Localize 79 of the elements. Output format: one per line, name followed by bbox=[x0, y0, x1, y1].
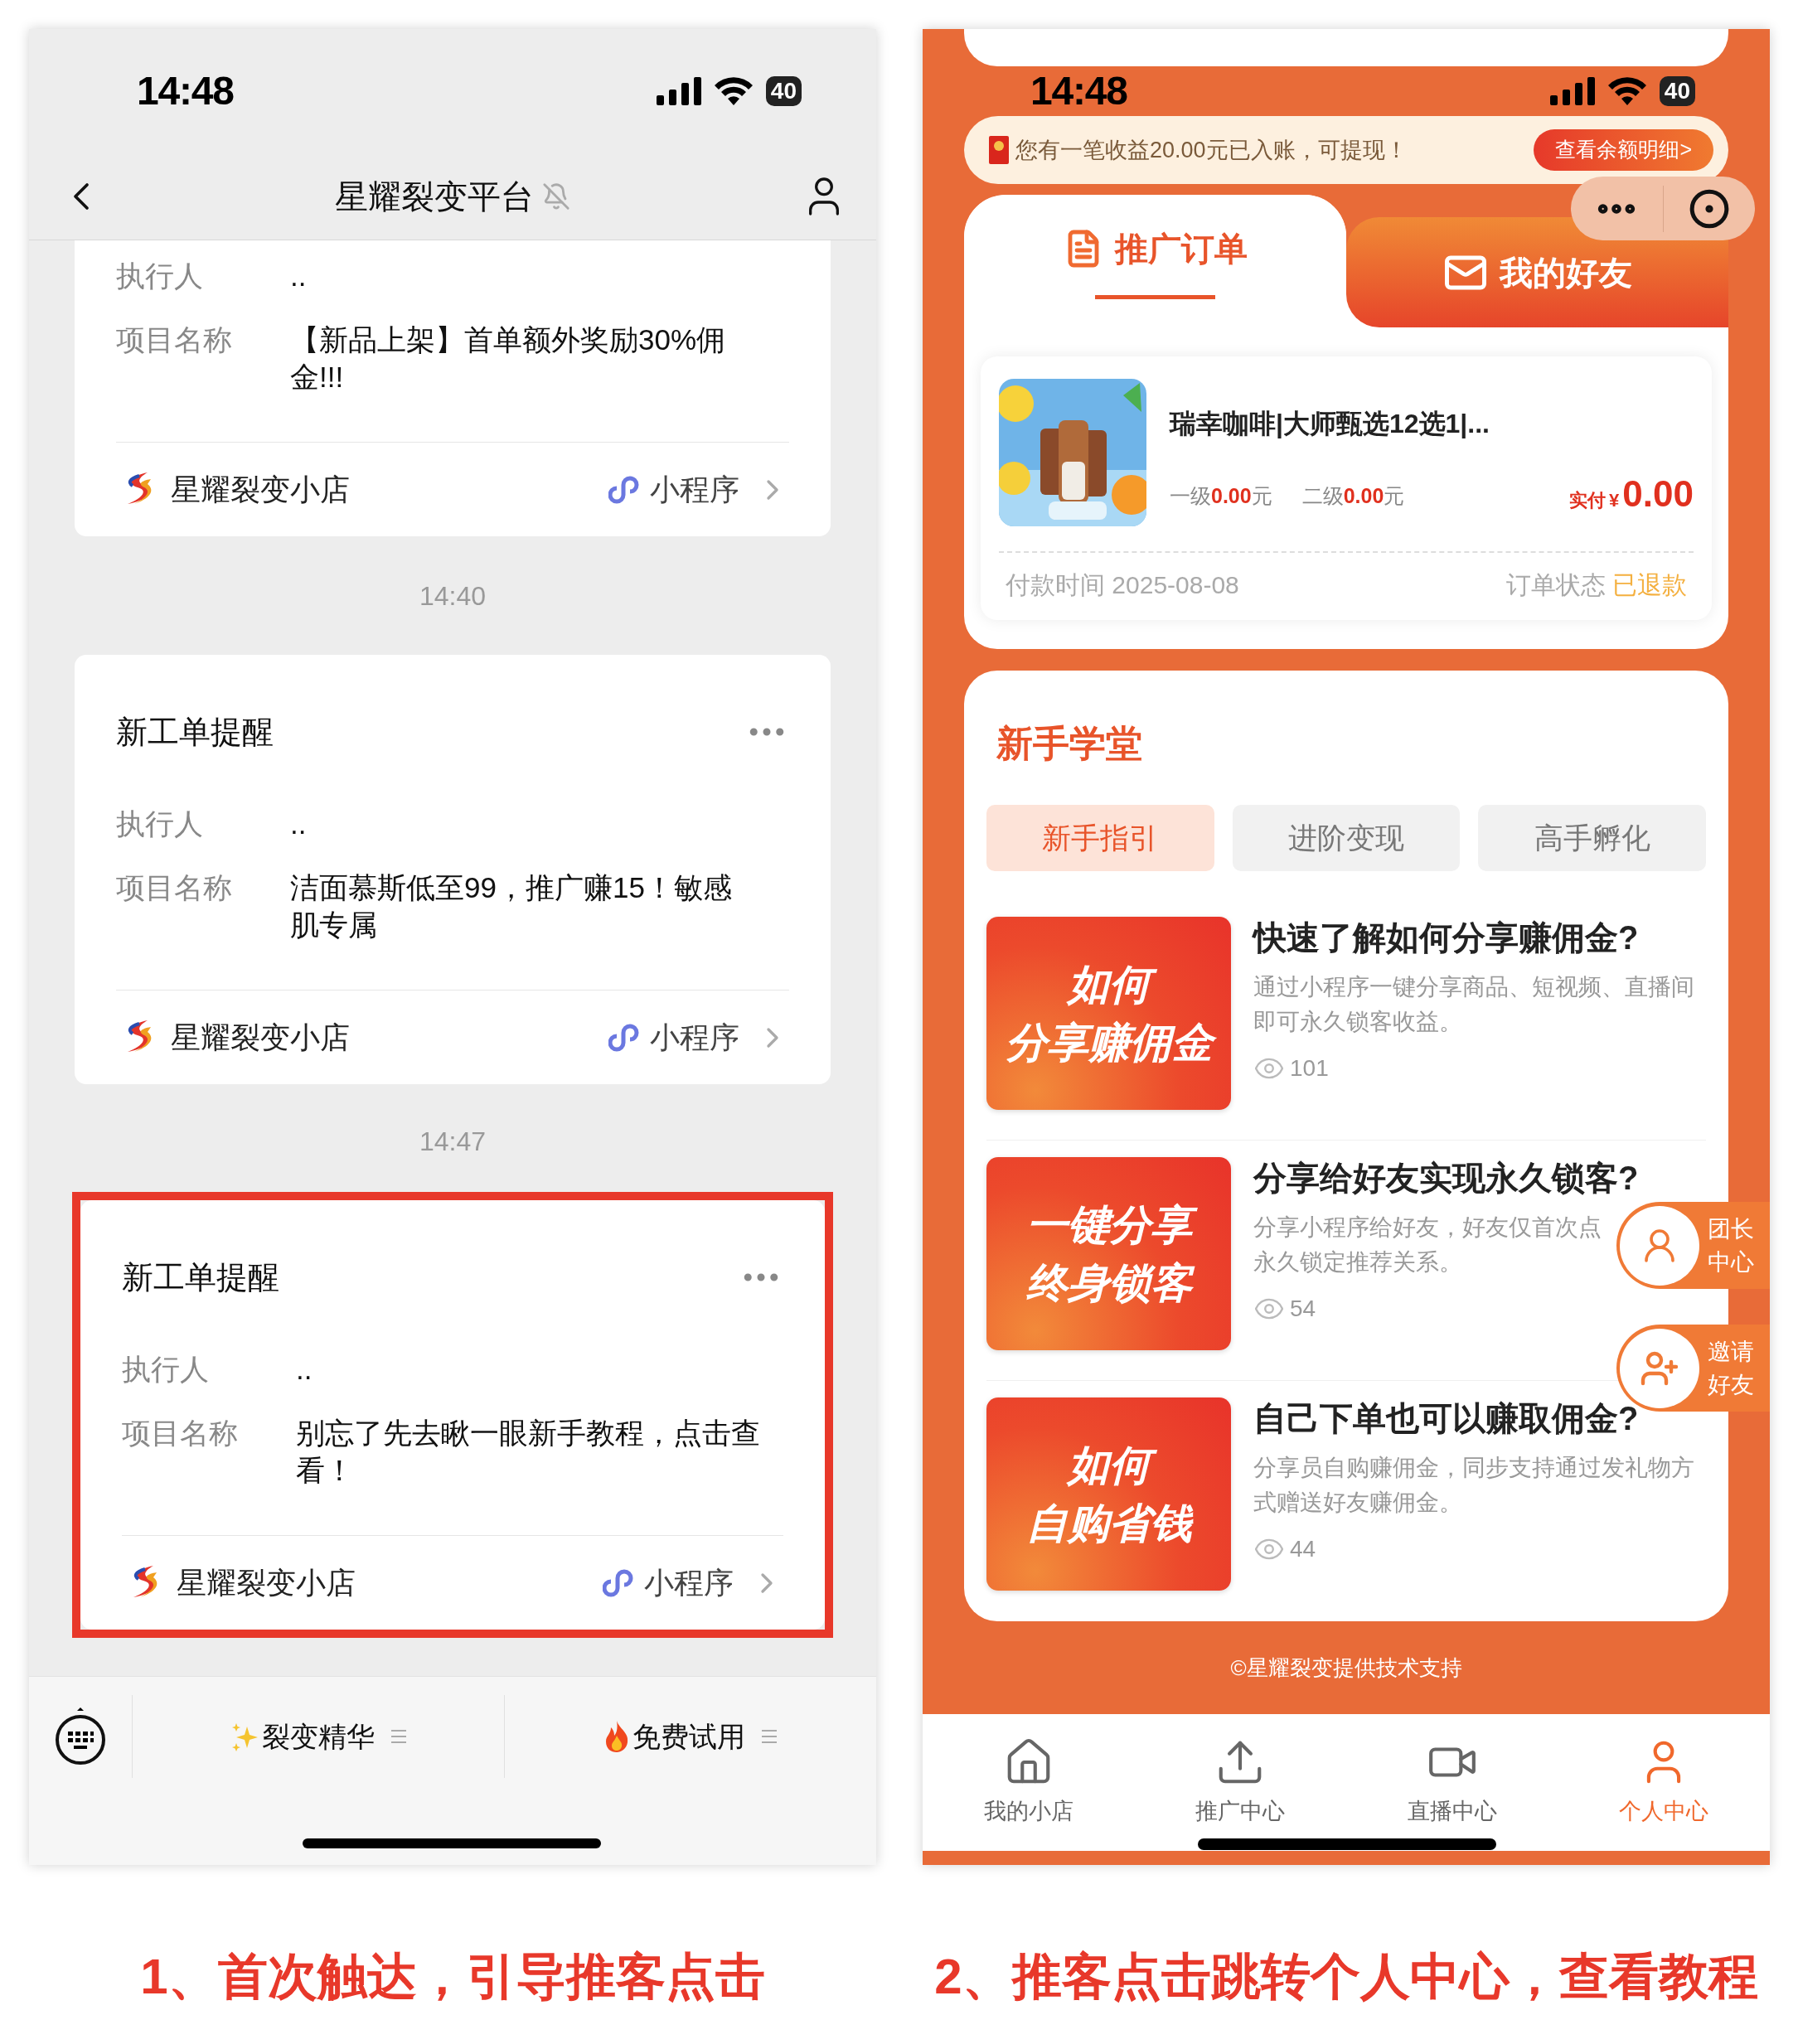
message-time: 14:40 bbox=[419, 579, 487, 613]
balance-detail-button[interactable]: 查看余额明细> bbox=[1534, 129, 1713, 171]
view-count: 54 bbox=[1290, 1295, 1316, 1323]
caption: 2、推客点击跳转个人中心，查看教程 bbox=[934, 1948, 1758, 2006]
article-cover[interactable]: 如何 分享赚佣金 bbox=[986, 917, 1231, 1110]
order-tab[interactable]: 我的好友 bbox=[1346, 217, 1728, 327]
flame-icon bbox=[604, 1721, 629, 1752]
cover-text: 如何 自购省钱 bbox=[1025, 1441, 1195, 1548]
menu-lines-icon bbox=[391, 1730, 406, 1743]
field-label: 项目名称 bbox=[122, 1416, 239, 1451]
paid-amount: 实付 ¥0.00 bbox=[1569, 472, 1694, 516]
caption: 1、首次触达，引导推客点击 bbox=[140, 1948, 765, 2006]
order-card[interactable]: 瑞幸咖啡|大师甄选12选1|... 一级0.00元 二级0.00元 实付 ¥0.00 付款时间 2025-08-08 订单状态 已退款 bbox=[981, 356, 1712, 620]
nav-item[interactable]: 我的小店 bbox=[923, 1714, 1135, 1851]
mini-program-label[interactable]: 小程序 bbox=[650, 467, 739, 512]
signal-icon bbox=[656, 77, 701, 105]
battery-indicator: 40 bbox=[765, 76, 802, 106]
status-time: 14:48 bbox=[1030, 68, 1127, 114]
field-value: 洁面慕斯低至99，推广赚15！敏感肌专属 bbox=[290, 870, 733, 942]
field-label: 执行人 bbox=[116, 259, 204, 293]
article-description: 分享小程序给好友，好友仅首次点 永久锁定推荐关系。 bbox=[1253, 1213, 1602, 1276]
field-value: .. bbox=[290, 259, 308, 293]
mini-program-label[interactable]: 小程序 bbox=[650, 1015, 739, 1060]
field-label: 执行人 bbox=[122, 1352, 210, 1387]
commission-text: 一级0.00元 bbox=[1170, 482, 1272, 509]
chat-title: 星耀裂变平台 bbox=[335, 177, 534, 216]
muted-bell-icon bbox=[542, 182, 570, 211]
order-status: 订单状态 已退款 bbox=[1505, 570, 1687, 600]
card-title: 新工单提醒 bbox=[116, 714, 274, 751]
gift-envelope-icon bbox=[989, 136, 1009, 164]
nav-item[interactable]: 推广中心 bbox=[1134, 1714, 1346, 1851]
footer-text: ©星耀裂变提供技术支持 bbox=[1230, 1654, 1462, 1682]
field-value: .. bbox=[296, 1352, 313, 1387]
cover-text: 一键分享 终身锁客 bbox=[1015, 1195, 1202, 1312]
article-description: 通过小程序一键分享商品、短视频、直播间 即可永久锁客收益。 bbox=[1253, 973, 1694, 1036]
message-card[interactable]: 新工单提醒 执行人 .. 项目名称 别忘了先去瞅一眼新手教程，点击查看！ 星耀裂变小店 小程序 bbox=[80, 1200, 825, 1630]
keyboard-icon[interactable] bbox=[55, 1707, 106, 1765]
payment-time: 付款时间 2025-08-08 bbox=[1006, 570, 1239, 600]
menu-item[interactable]: 裂变精华 bbox=[230, 1715, 375, 1758]
nav-item[interactable]: 直播中心 bbox=[1346, 1714, 1558, 1851]
message-time: 14:47 bbox=[419, 1126, 487, 1158]
field-value: 别忘了先去瞅一眼新手教程，点击查看！ bbox=[296, 1416, 760, 1488]
field-label: 项目名称 bbox=[116, 870, 233, 905]
section-title: 新手学堂 bbox=[996, 722, 1143, 765]
sparkles-icon bbox=[230, 1722, 259, 1751]
article-description: 分享员自购赚佣金，同步支持通过发礼物方 式赠送好友赚佣金。 bbox=[1253, 1454, 1694, 1517]
school-tab[interactable]: 进阶变现 bbox=[1232, 805, 1461, 871]
wifi-icon bbox=[714, 77, 753, 105]
field-value: 【新品上架】首单额外奖励30%佣金!!! bbox=[290, 322, 727, 395]
notice-text: 您有一笔收益20.00元已入账，可提现！ bbox=[1015, 136, 1408, 164]
school-tab[interactable]: 高手孵化 bbox=[1478, 805, 1706, 871]
mini-program-label[interactable]: 小程序 bbox=[644, 1560, 734, 1606]
school-tab[interactable]: 新手指引 bbox=[986, 805, 1214, 871]
source-name: 星耀裂变小店 bbox=[171, 1019, 350, 1056]
signal-icon bbox=[1549, 77, 1595, 105]
article-title: 分享给好友实现永久锁客? bbox=[1253, 1159, 1639, 1198]
source-name: 星耀裂变小店 bbox=[177, 1564, 356, 1601]
message-card[interactable]: 新工单提醒 执行人 .. 项目名称 洁面慕斯低至99，推广赚15！敏感肌专属 星耀裂变小店 小程序 bbox=[75, 655, 831, 1084]
view-count: 44 bbox=[1290, 1535, 1316, 1563]
field-label: 执行人 bbox=[116, 806, 204, 841]
view-count: 101 bbox=[1290, 1054, 1329, 1083]
commission-text: 二级0.00元 bbox=[1301, 482, 1405, 509]
menu-lines-icon bbox=[762, 1730, 777, 1743]
card-title: 新工单提醒 bbox=[122, 1259, 279, 1296]
wifi-icon bbox=[1607, 77, 1646, 105]
article-title: 快速了解如何分享赚佣金? bbox=[1253, 918, 1640, 957]
target-icon[interactable] bbox=[1688, 187, 1730, 230]
product-title: 瑞幸咖啡|大师甄选12选1|... bbox=[1170, 408, 1490, 440]
nav-item[interactable]: 个人中心 bbox=[1558, 1714, 1770, 1851]
message-card[interactable]: 执行人 .. 项目名称 【新品上架】首单额外奖励30%佣金!!! 星耀裂变小店 小程序 bbox=[75, 240, 831, 536]
article-cover[interactable]: 一键分享 终身锁客 bbox=[986, 1157, 1231, 1350]
article-cover[interactable]: 如何 自购省钱 bbox=[986, 1397, 1231, 1591]
menu-item[interactable]: 免费试用 bbox=[604, 1715, 745, 1758]
battery-indicator: 40 bbox=[1659, 76, 1695, 106]
field-value: .. bbox=[290, 806, 308, 841]
cover-text: 如何 分享赚佣金 bbox=[995, 955, 1223, 1072]
source-name: 星耀裂变小店 bbox=[171, 471, 350, 508]
status-time: 14:48 bbox=[137, 68, 234, 114]
field-label: 项目名称 bbox=[116, 322, 233, 357]
